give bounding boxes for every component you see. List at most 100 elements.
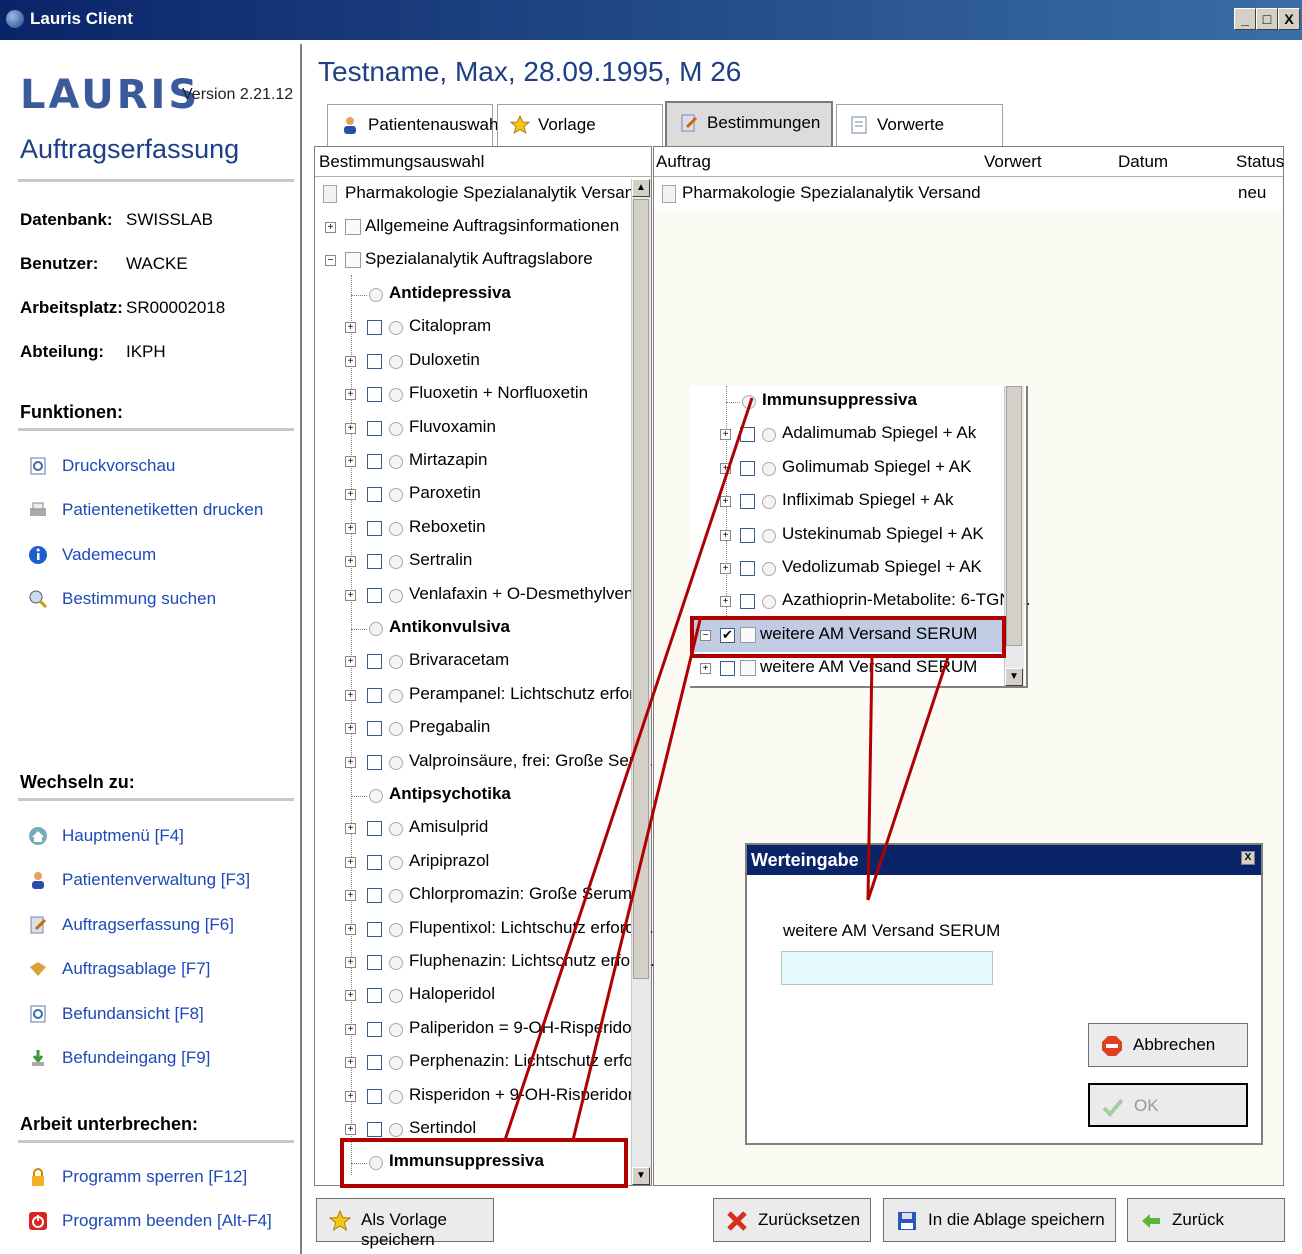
minimize-button[interactable]: _ [1234, 8, 1256, 30]
checkbox[interactable] [367, 454, 382, 469]
expand-icon[interactable]: + [720, 596, 731, 608]
expand-icon[interactable]: + [345, 689, 356, 701]
tree-root[interactable]: Pharmakologie Spezialanalytik Versand [315, 179, 644, 211]
expand-icon[interactable]: + [720, 462, 731, 474]
tree-item[interactable]: + Fluoxetin + Norfluoxetin [315, 379, 631, 411]
expand-icon[interactable]: + [345, 723, 356, 735]
link-befundansicht[interactable]: Befundansicht [F8] [62, 1004, 204, 1024]
scroll-thumb[interactable] [633, 199, 649, 979]
expand-icon[interactable]: + [345, 389, 356, 401]
tree-item[interactable]: + Azathioprin-Metabolite: 6-TGN ... [690, 586, 1030, 618]
expand-icon[interactable]: + [345, 923, 356, 935]
zurueck-button[interactable]: Zurück [1127, 1198, 1285, 1242]
checkbox[interactable] [367, 420, 382, 436]
checkbox[interactable] [367, 754, 382, 770]
expand-icon[interactable]: + [345, 489, 356, 501]
link-bestimmung-suchen[interactable]: Bestimmung suchen [62, 589, 216, 609]
checkbox[interactable] [367, 554, 382, 570]
expand-icon[interactable]: + [345, 355, 356, 367]
expand-icon[interactable]: + [345, 1090, 356, 1102]
ok-button[interactable]: OK [1088, 1083, 1248, 1127]
tab-vorwerte[interactable]: Vorwerte [836, 104, 1003, 146]
tree-item[interactable]: + Pregabalin [315, 713, 631, 745]
expand-icon[interactable]: + [345, 456, 356, 467]
checkbox[interactable] [367, 1122, 382, 1137]
link-programm-sperren[interactable]: Programm sperren [F12] [62, 1167, 247, 1187]
order-row[interactable]: Pharmakologie Spezialanalytik Versand ne… [654, 179, 1283, 211]
scroll-up-button[interactable]: ▲ [632, 179, 650, 197]
checkbox[interactable] [367, 487, 382, 503]
expand-icon[interactable]: + [720, 529, 731, 541]
tree-item[interactable]: + Sertralin [315, 546, 631, 578]
link-patientenverwaltung[interactable]: Patientenverwaltung [F3] [62, 870, 250, 890]
checkbox[interactable] [367, 587, 382, 603]
checkbox[interactable] [720, 661, 735, 677]
scroll-down-button[interactable]: ▼ [1005, 668, 1023, 686]
maximize-button[interactable]: □ [1256, 8, 1278, 30]
tree-item[interactable]: + Citalopram [315, 312, 631, 344]
tree-category[interactable]: Antidepressiva [315, 279, 631, 311]
tree-item[interactable]: + Reboxetin [315, 513, 631, 545]
checkbox[interactable] [367, 387, 382, 403]
expand-icon[interactable]: + [345, 823, 356, 835]
tree-category[interactable]: Antikonvulsiva [315, 613, 631, 645]
tree-item[interactable]: + Duloxetin [315, 346, 631, 378]
checkbox[interactable] [367, 687, 382, 703]
checkbox[interactable] [740, 594, 755, 610]
close-button[interactable]: X [1278, 8, 1300, 30]
checkbox[interactable] [740, 494, 755, 510]
checkbox[interactable] [367, 654, 382, 670]
tab-patientenauswahl[interactable]: Patientenauswahl [327, 104, 502, 146]
tree-item[interactable]: + Infliximab Spiegel + Ak [690, 486, 1002, 518]
tree-item[interactable]: + Adalimumab Spiegel + Ak [690, 419, 1002, 451]
tree-item[interactable]: + Paliperidon = 9-OH-Risperidon [315, 1014, 641, 1046]
expand-icon[interactable]: + [345, 756, 356, 768]
expand-icon[interactable]: + [345, 856, 356, 868]
checkbox[interactable] [367, 1021, 382, 1037]
expand-icon[interactable]: + [345, 522, 356, 534]
tab-bestimmungen[interactable]: Bestimmungen [665, 101, 833, 146]
tree-item[interactable]: + Haloperidol [315, 980, 631, 1012]
checkbox[interactable] [367, 821, 382, 837]
tree-item[interactable]: + Valproinsäure, frei: Große Seru ... [315, 747, 663, 779]
checkbox[interactable] [367, 888, 382, 904]
checkbox[interactable] [367, 921, 382, 937]
expand-icon[interactable]: + [345, 890, 356, 902]
checkbox[interactable] [367, 1055, 382, 1071]
expand-icon[interactable]: + [720, 429, 731, 441]
tree-item[interactable]: + Mirtazapin [315, 446, 631, 478]
expand-icon[interactable]: + [345, 589, 356, 601]
dialog-close-button[interactable]: X [1241, 851, 1255, 865]
expand-icon[interactable]: + [345, 322, 356, 334]
dialog-value-input[interactable] [781, 951, 993, 985]
expand-icon[interactable]: + [720, 496, 731, 508]
in-die-ablage-speichern-button[interactable]: In die Ablage speichern [883, 1198, 1116, 1242]
expand-icon[interactable]: + [720, 563, 731, 574]
vertical-scrollbar[interactable]: ▲ ▼ [631, 179, 651, 1185]
zuruecksetzen-button[interactable]: Zurücksetzen [713, 1198, 871, 1242]
checkbox[interactable] [367, 520, 382, 536]
checkbox[interactable] [367, 721, 382, 737]
expand-icon[interactable]: + [345, 1124, 356, 1135]
abbrechen-button[interactable]: Abbrechen [1088, 1023, 1248, 1067]
expand-icon[interactable]: + [345, 556, 356, 568]
link-hauptmenu[interactable]: Hauptmenü [F4] [62, 826, 184, 846]
expand-icon[interactable]: + [345, 1057, 356, 1069]
tree-item[interactable]: + Ustekinumab Spiegel + AK [690, 520, 1002, 552]
als-vorlage-speichern-button[interactable]: Als Vorlage speichern [316, 1198, 494, 1249]
tree-item[interactable]: + Paroxetin [315, 479, 631, 511]
link-patientenetiketten[interactable]: Patientenetiketten drucken [62, 500, 263, 520]
tree-item[interactable]: + Perphenazin: Lichtschutz erford ... [315, 1047, 667, 1079]
checkbox[interactable] [367, 320, 382, 336]
tree-item[interactable]: + Fluphenazin: Lichtschutz erford ... [315, 947, 664, 979]
checkbox[interactable] [367, 988, 382, 1004]
checkbox[interactable] [740, 460, 755, 476]
expand-icon[interactable]: + [700, 663, 711, 675]
expand-icon[interactable]: + [345, 422, 356, 434]
tree-item[interactable]: + Fluvoxamin [315, 413, 631, 445]
tree-item[interactable]: + Golimumab Spiegel + AK [690, 453, 1002, 485]
tree-group[interactable]: + Allgemeine Auftragsinformationen [315, 212, 631, 244]
tree-category[interactable]: Antipsychotika [315, 780, 631, 812]
scroll-down-button[interactable]: ▼ [632, 1167, 650, 1185]
vertical-scrollbar[interactable]: ▼ [1004, 386, 1024, 686]
